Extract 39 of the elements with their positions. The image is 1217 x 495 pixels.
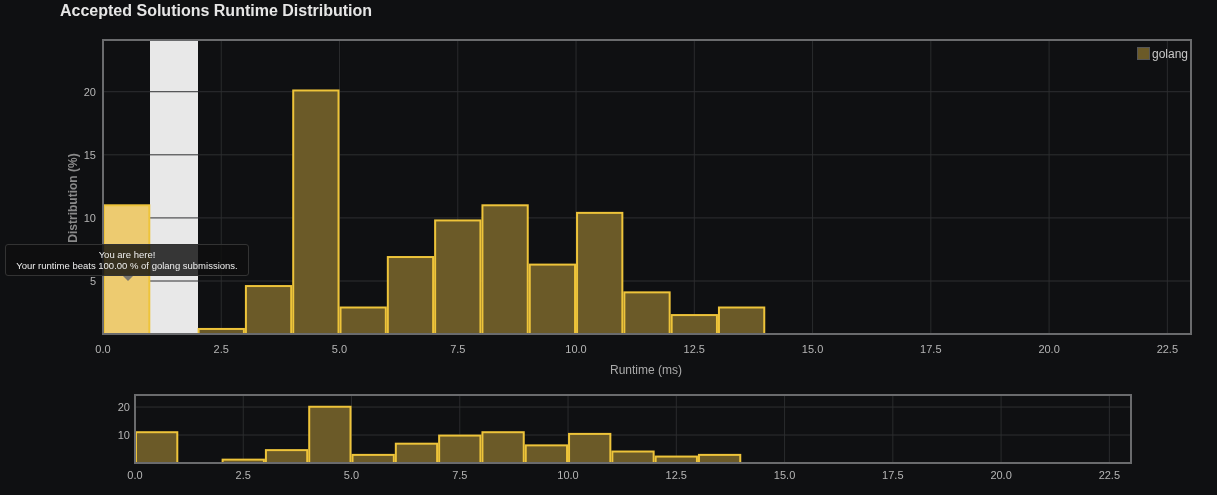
x-tick-label: 15.0 — [801, 343, 824, 355]
x-tick-label: 10.0 — [565, 343, 587, 355]
x-tick-label: 0.0 — [95, 343, 111, 355]
x-tick-label: 2.5 — [235, 469, 251, 480]
legend-item[interactable]: golang — [1137, 47, 1189, 61]
x-tick-label: 0.0 — [127, 469, 143, 480]
y-tick-label: 5 — [89, 275, 96, 287]
x-tick-label: 7.5 — [452, 469, 468, 480]
y-axis-title: Distribution (%) — [66, 153, 80, 243]
y-tick-label: 10 — [83, 211, 96, 224]
x-tick-label: 2.5 — [213, 343, 229, 355]
x-tick-label: 17.5 — [920, 343, 942, 355]
x-tick-label: 12.5 — [683, 343, 705, 355]
histogram-bar[interactable] — [576, 211, 624, 335]
x-tick-label: 22.5 — [1098, 469, 1121, 480]
tooltip-heading: You are here! — [98, 249, 156, 260]
navigator-bar — [135, 431, 179, 464]
x-tick-label: 15.0 — [773, 469, 796, 480]
histogram-bar[interactable] — [197, 327, 245, 335]
tooltip-text: Your runtime beats 100.00 % of golang submissions. — [16, 260, 238, 271]
x-tick-label: 5.0 — [343, 469, 360, 480]
y-tick-label: 20 — [83, 85, 96, 98]
x-tick-label: 17.5 — [882, 469, 904, 480]
y-tick-label: 15 — [83, 148, 96, 161]
x-tick-label: 5.0 — [331, 343, 348, 355]
chart-title: Accepted Solutions Runtime Distribution — [60, 2, 372, 20]
x-tick-label: 10.0 — [557, 469, 579, 480]
x-axis-title: Runtime (ms) — [610, 363, 682, 377]
x-tick-label: 20.0 — [1038, 343, 1060, 355]
navigator-bar — [697, 453, 742, 464]
x-tick-label: 12.5 — [665, 469, 687, 480]
histogram-bar[interactable] — [717, 306, 766, 335]
legend-label: golang — [1152, 47, 1189, 61]
x-tick-label: 20.0 — [990, 469, 1012, 480]
y-tick-label: 10 — [117, 429, 130, 441]
x-tick-label: 7.5 — [450, 343, 466, 355]
navigator-bar — [438, 434, 482, 464]
y-tick-label: 20 — [117, 401, 130, 414]
x-tick-label: 22.5 — [1156, 343, 1179, 355]
